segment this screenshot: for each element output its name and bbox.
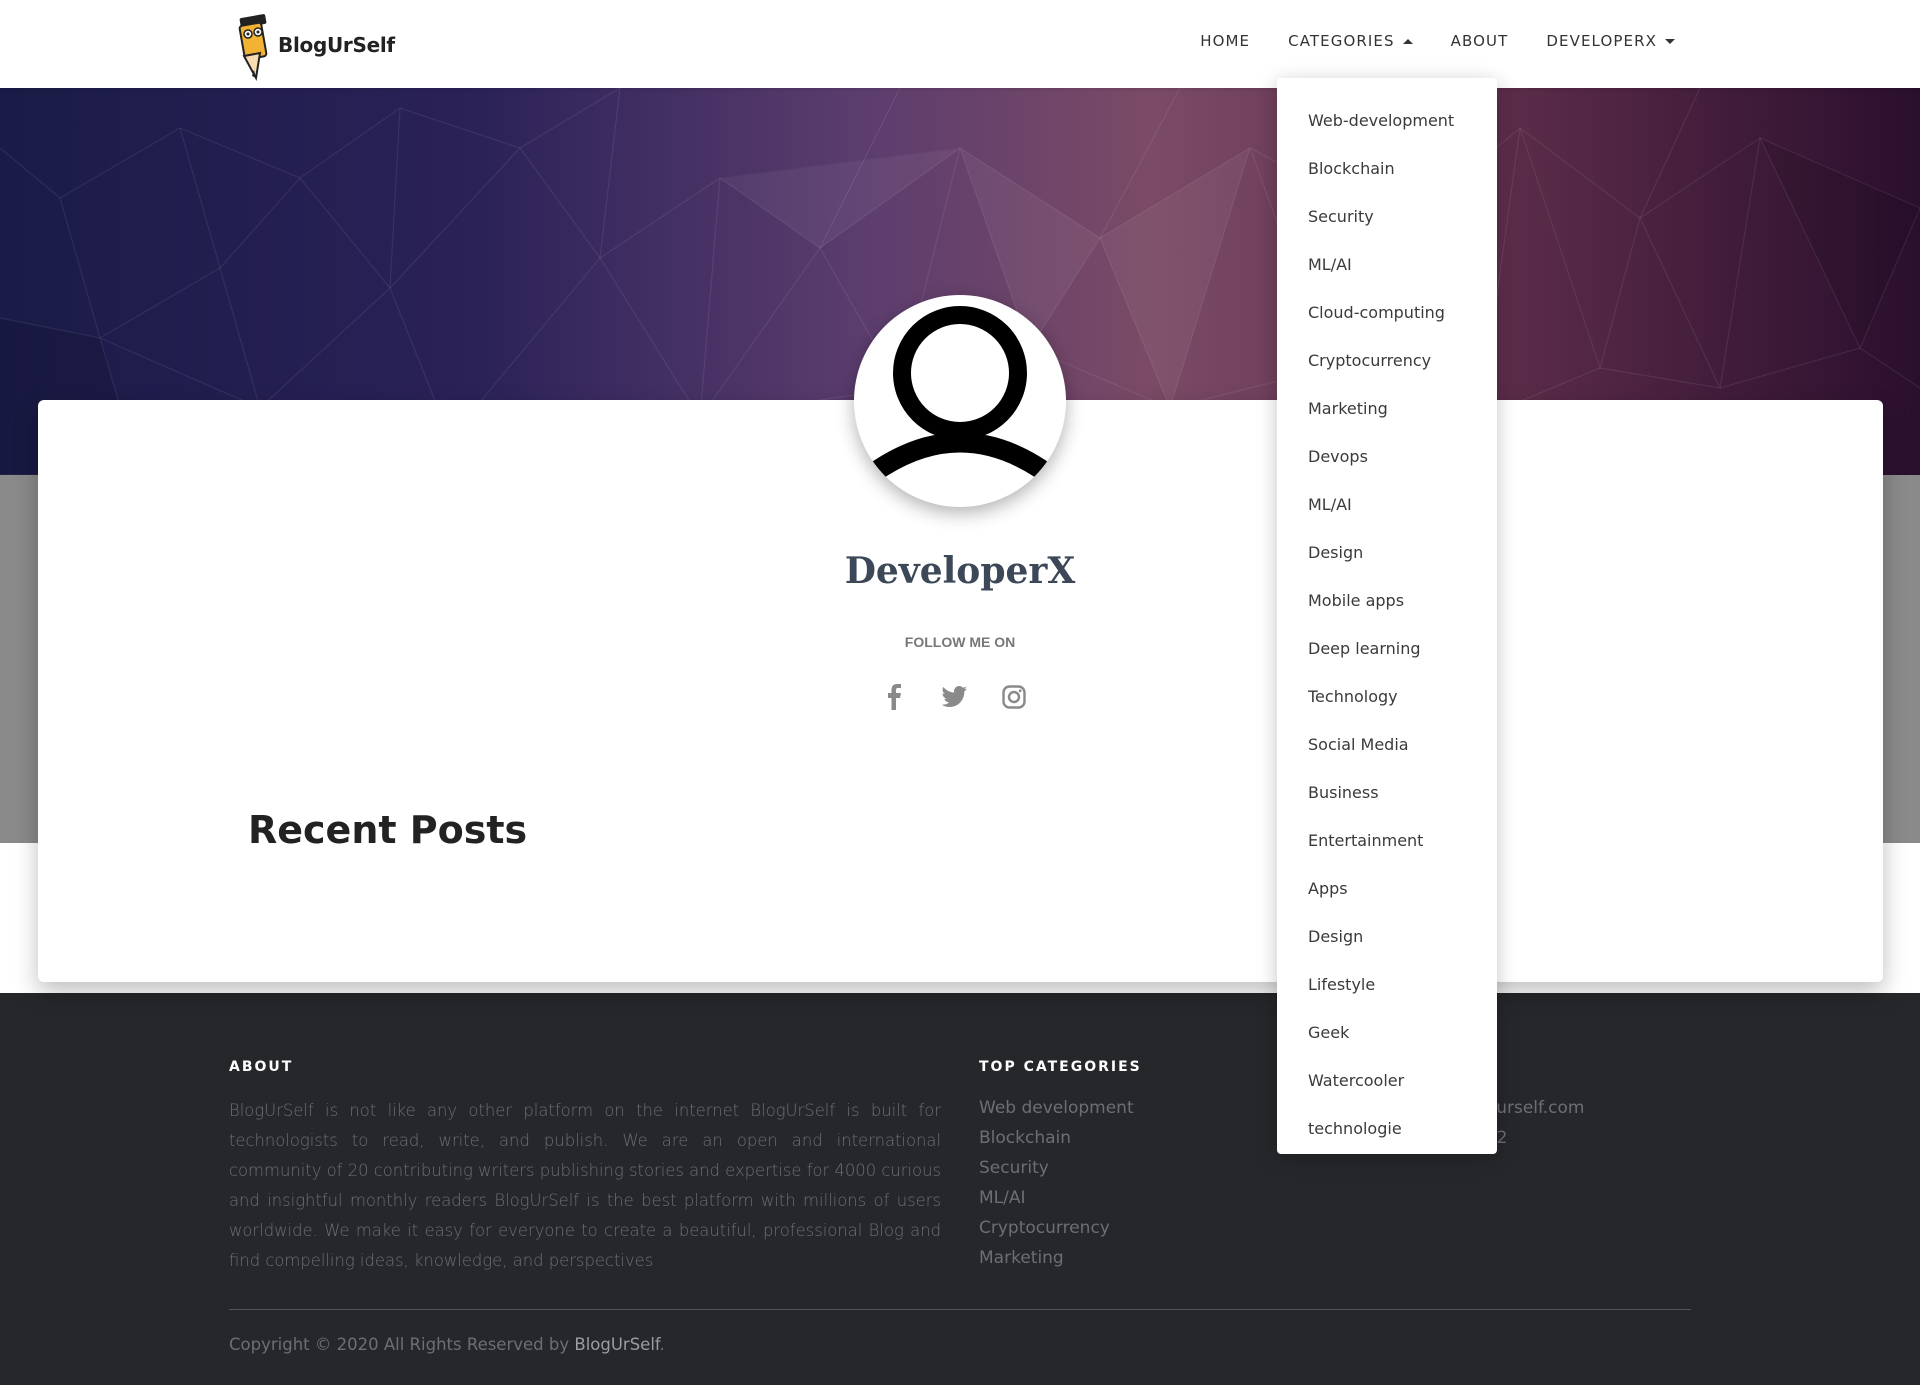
main-nav: HOME CATEGORIES ABOUT DEVELOPERX — [1162, 32, 1675, 50]
categories-dropdown: Web-development Blockchain Security ML/A… — [1277, 78, 1497, 1154]
nav-user-label: DEVELOPERX — [1546, 32, 1657, 50]
dropdown-item-business[interactable]: Business — [1277, 769, 1497, 817]
nav-categories-label: CATEGORIES — [1288, 32, 1395, 50]
nav-user-menu[interactable]: DEVELOPERX — [1546, 32, 1675, 50]
dropdown-item-security[interactable]: Security — [1277, 193, 1497, 241]
dropdown-item-devops[interactable]: Devops — [1277, 433, 1497, 481]
profile-name: DeveloperX — [844, 550, 1076, 592]
nav-home[interactable]: HOME — [1200, 32, 1250, 50]
social-links — [880, 682, 1028, 712]
nav-categories[interactable]: CATEGORIES — [1288, 32, 1413, 50]
brand-name: BlogUrSelf — [278, 33, 395, 57]
dropdown-item-geek[interactable]: Geek — [1277, 1009, 1497, 1057]
dropdown-item-technology[interactable]: Technology — [1277, 673, 1497, 721]
footer-divider — [229, 1309, 1691, 1310]
nav-home-label: HOME — [1200, 32, 1251, 50]
copyright-text: Copyright © 2020 All Rights Reserved by — [229, 1335, 575, 1354]
footer-categories-list: Web development Blockchain Security ML/A… — [979, 1093, 1134, 1273]
twitter-icon[interactable] — [940, 682, 968, 712]
dropdown-item-watercooler[interactable]: Watercooler — [1277, 1057, 1497, 1105]
footer-category-link[interactable]: Security — [979, 1153, 1134, 1183]
footer-category-link[interactable]: Marketing — [979, 1243, 1134, 1273]
dropdown-item-ml-ai[interactable]: ML/AI — [1277, 241, 1497, 289]
copyright: Copyright © 2020 All Rights Reserved by … — [229, 1335, 665, 1354]
dropdown-item-technologie[interactable]: technologie — [1277, 1105, 1497, 1153]
footer-category-link[interactable]: Web development — [979, 1093, 1134, 1123]
footer-categories-title: TOP CATEGORIES — [979, 1059, 1142, 1075]
dropdown-item-design-2[interactable]: Design — [1277, 913, 1497, 961]
dropdown-item-blockchain[interactable]: Blockchain — [1277, 145, 1497, 193]
pencil-mascot-icon — [238, 14, 268, 82]
footer-category-link[interactable]: Cryptocurrency — [979, 1213, 1134, 1243]
follow-label: FOLLOW ME ON — [904, 634, 1016, 650]
footer: ABOUT BlogUrSelf is not like any other p… — [0, 993, 1920, 1385]
dropdown-item-marketing[interactable]: Marketing — [1277, 385, 1497, 433]
copyright-suffix: . — [659, 1335, 665, 1354]
user-avatar-icon — [857, 306, 1063, 488]
footer-category-link[interactable]: ML/AI — [979, 1183, 1134, 1213]
dropdown-item-web-development[interactable]: Web-development — [1277, 97, 1497, 145]
dropdown-item-lifestyle[interactable]: Lifestyle — [1277, 961, 1497, 1009]
dropdown-item-cloud-computing[interactable]: Cloud-computing — [1277, 289, 1497, 337]
caret-up-icon — [1402, 38, 1413, 44]
recent-posts-title: Recent Posts — [248, 808, 528, 852]
dropdown-item-mobile-apps[interactable]: Mobile apps — [1277, 577, 1497, 625]
footer-about-title: ABOUT — [229, 1059, 294, 1075]
dropdown-item-ml-ai-2[interactable]: ML/AI — [1277, 481, 1497, 529]
footer-category-link[interactable]: Blockchain — [979, 1123, 1134, 1153]
dropdown-item-entertainment[interactable]: Entertainment — [1277, 817, 1497, 865]
dropdown-item-social-media[interactable]: Social Media — [1277, 721, 1497, 769]
dropdown-item-apps[interactable]: Apps — [1277, 865, 1497, 913]
nav-about-label: ABOUT — [1450, 32, 1509, 50]
facebook-icon[interactable] — [880, 682, 908, 712]
footer-about-text: BlogUrSelf is not like any other platfor… — [229, 1101, 942, 1270]
dropdown-item-design[interactable]: Design — [1277, 529, 1497, 577]
dropdown-item-deep-learning[interactable]: Deep learning — [1277, 625, 1497, 673]
instagram-icon[interactable] — [1000, 682, 1028, 712]
brand-logo[interactable]: BlogUrSelf — [230, 6, 395, 84]
dropdown-item-cryptocurrency[interactable]: Cryptocurrency — [1277, 337, 1497, 385]
navbar: BlogUrSelf HOME CATEGORIES ABOUT DEVELOP… — [0, 0, 1920, 88]
avatar — [854, 295, 1066, 507]
nav-about[interactable]: ABOUT — [1451, 32, 1509, 50]
caret-down-icon — [1665, 38, 1675, 44]
copyright-brand-link[interactable]: BlogUrSelf — [574, 1335, 659, 1354]
